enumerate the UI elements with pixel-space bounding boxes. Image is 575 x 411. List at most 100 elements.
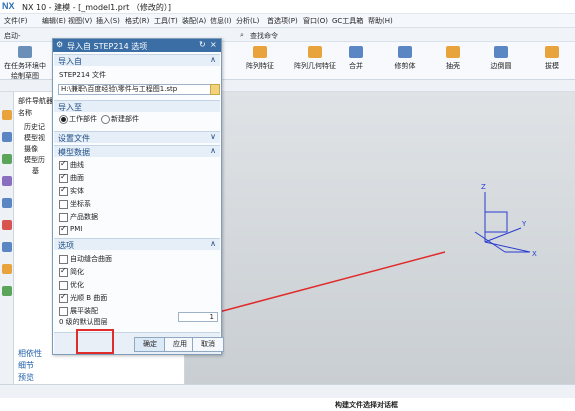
- pattern-feature-label: 阵列特征: [246, 62, 274, 70]
- nav-item-history[interactable]: 历史记: [24, 122, 45, 132]
- default-layer-input[interactable]: 1: [178, 312, 218, 322]
- shell-button[interactable]: 抽壳: [441, 46, 465, 71]
- checkbox-simplify-label: 简化: [70, 268, 84, 276]
- search-icon[interactable]: ⌕: [240, 31, 244, 40]
- axis-z-label: Z: [481, 183, 486, 191]
- browse-folder-icon[interactable]: [210, 84, 220, 95]
- trim-body-icon: [398, 46, 412, 58]
- checkbox-auto-sew[interactable]: [59, 255, 68, 264]
- file-label: STEP214 文件: [59, 71, 106, 79]
- part-navigator-icon[interactable]: [2, 110, 12, 120]
- section-model-data-label: 模型数据: [58, 148, 90, 157]
- menu-help[interactable]: 帮助(H): [368, 16, 393, 26]
- checkbox-optimize[interactable]: [59, 281, 68, 290]
- preview-section[interactable]: 预览: [18, 372, 34, 383]
- section-model-data[interactable]: 模型数据 ∧: [54, 145, 220, 157]
- sketch-in-task-button[interactable]: 在任务环境中 绘制草图: [2, 46, 48, 81]
- checkbox-csys[interactable]: [59, 200, 68, 209]
- menu-view[interactable]: 视图(V): [68, 16, 92, 26]
- checkbox-curves[interactable]: [59, 159, 68, 170]
- settings-icon: ⚙: [56, 40, 64, 49]
- navigator-column-name[interactable]: 名称: [18, 108, 32, 118]
- nav-item-cameras[interactable]: 摄像: [24, 144, 38, 154]
- bottom-toolbar: [0, 384, 575, 398]
- window-title: NX 10 - 建模 - [_model1.prt （修改的）]: [22, 3, 171, 12]
- section-import-from[interactable]: 导入自 ∧: [54, 54, 220, 66]
- history-icon[interactable]: [2, 220, 12, 230]
- pattern-feature-icon: [253, 46, 267, 58]
- menu-window[interactable]: 窗口(O): [303, 16, 328, 26]
- checkbox-flatten-assembly[interactable]: [59, 307, 68, 316]
- reset-icon[interactable]: ↻: [199, 40, 206, 49]
- details-section[interactable]: 细节: [18, 360, 34, 371]
- nav-item-model-history[interactable]: 模型历: [24, 155, 45, 165]
- start-menu-button[interactable]: 启动-: [4, 31, 21, 41]
- menu-analysis[interactable]: 分析(L): [236, 16, 259, 26]
- resource-bar: [0, 92, 14, 384]
- command-search[interactable]: 查找命令: [250, 31, 278, 41]
- status-message: 构建文件选择对话框: [335, 401, 398, 409]
- menu-file[interactable]: 文件(F): [4, 16, 28, 26]
- sketch-icon: [18, 46, 32, 58]
- pattern-geometry-button[interactable]: 阵列几何特征: [287, 46, 343, 71]
- checkbox-simplify[interactable]: [59, 266, 68, 277]
- section-settings-file[interactable]: 设置文件 ∨: [54, 131, 220, 143]
- ok-button-highlight: [76, 329, 114, 354]
- trim-body-button[interactable]: 修剪体: [390, 46, 420, 71]
- constraint-navigator-icon[interactable]: [2, 154, 12, 164]
- menu-edit[interactable]: 编辑(E): [42, 16, 66, 26]
- web-browser-icon[interactable]: [2, 198, 12, 208]
- sketch-label-line1: 在任务环境中: [4, 62, 46, 70]
- close-icon[interactable]: ×: [210, 40, 217, 49]
- reuse-library-icon[interactable]: [2, 176, 12, 186]
- checkbox-surfaces[interactable]: [59, 172, 68, 183]
- navigator-title: 部件导航器: [18, 97, 53, 105]
- draft-button[interactable]: 拔模: [540, 46, 564, 71]
- checkbox-solids[interactable]: [59, 185, 68, 196]
- menu-tools[interactable]: 工具(T): [154, 16, 178, 26]
- section-settings-file-label: 设置文件: [58, 134, 90, 143]
- menu-gc-toolbox[interactable]: GC工具箱: [332, 16, 363, 26]
- menu-assembly[interactable]: 装配(A): [182, 16, 206, 26]
- expand-icon: ∨: [210, 132, 216, 141]
- system-materials-icon[interactable]: [2, 242, 12, 252]
- unite-label: 合并: [349, 62, 363, 70]
- roles-icon[interactable]: [2, 286, 12, 296]
- section-import-to[interactable]: 导入至: [54, 100, 220, 112]
- unite-button[interactable]: 合并: [343, 46, 369, 71]
- annotation-arrow-line: [185, 251, 446, 322]
- nav-item-datum[interactable]: 基: [32, 166, 39, 176]
- dependencies-section[interactable]: 相依性: [18, 348, 42, 359]
- file-path-input[interactable]: H:\兼职\百度经验\零件与工程图1.stp: [58, 84, 214, 95]
- unite-icon: [349, 46, 363, 58]
- graphics-window[interactable]: Z Y X: [185, 92, 575, 384]
- edge-blend-button[interactable]: 边倒圆: [486, 46, 516, 71]
- checkbox-curves-label: 曲线: [70, 161, 84, 169]
- cancel-button[interactable]: 取消: [192, 337, 224, 352]
- dialog-titlebar[interactable]: ⚙ 导入自 STEP214 选项 ↻ ×: [53, 39, 221, 52]
- radio-new-part[interactable]: [101, 115, 110, 124]
- nav-item-model-views[interactable]: 模型视: [24, 133, 45, 143]
- section-options[interactable]: 选项 ∧: [54, 238, 220, 250]
- checkbox-pmi[interactable]: [59, 224, 68, 235]
- menu-info[interactable]: 信息(I): [210, 16, 232, 26]
- process-studio-icon[interactable]: [2, 264, 12, 274]
- section-import-from-label: 导入自: [58, 57, 82, 66]
- radio-work-part[interactable]: [59, 115, 68, 124]
- radio-new-part-label: 新建部件: [111, 115, 139, 123]
- checkbox-flatten-assembly-label: 展平装配: [70, 307, 98, 315]
- ok-button[interactable]: 确定: [134, 337, 166, 352]
- menu-format[interactable]: 格式(R): [125, 16, 149, 26]
- checkbox-product-data[interactable]: [59, 213, 68, 222]
- pattern-feature-button[interactable]: 阵列特征: [240, 46, 280, 71]
- pattern-geometry-icon: [308, 46, 322, 58]
- edge-blend-label: 边倒圆: [490, 62, 512, 70]
- checkbox-smooth-bsurface[interactable]: [59, 292, 68, 303]
- assembly-navigator-icon[interactable]: [2, 132, 12, 142]
- checkbox-product-data-label: 产品数据: [70, 213, 98, 221]
- menu-insert[interactable]: 插入(S): [96, 16, 120, 26]
- edge-blend-icon: [494, 46, 508, 58]
- viewport-canvas: Z Y X: [185, 183, 537, 322]
- menu-preferences[interactable]: 首选项(P): [267, 16, 298, 26]
- checkbox-optimize-label: 优化: [70, 281, 84, 289]
